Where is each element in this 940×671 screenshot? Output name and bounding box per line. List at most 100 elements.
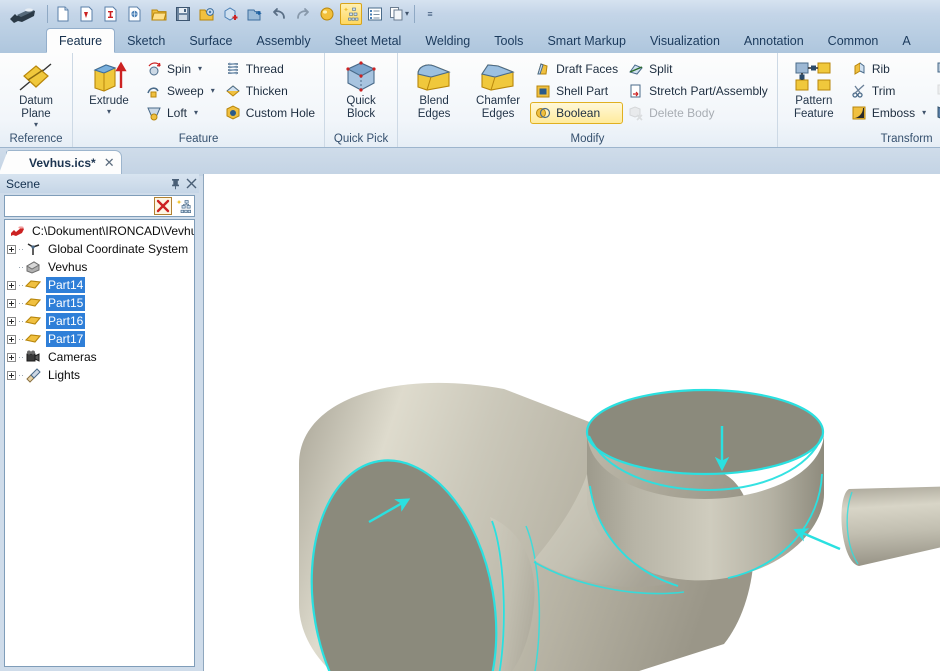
- expand-plus-icon[interactable]: [7, 352, 16, 362]
- copy-dropdown-caret-icon[interactable]: ▾: [405, 10, 409, 18]
- tree-item-part14[interactable]: ·· Part14: [5, 276, 194, 294]
- ribbon-tab-a[interactable]: A: [890, 28, 922, 53]
- 3d-viewport[interactable]: [203, 174, 940, 671]
- expand-plus-icon[interactable]: [7, 298, 16, 308]
- scale-body-button[interactable]: Scale Body: [931, 58, 940, 80]
- tree-connector: ··: [18, 369, 24, 380]
- scene-filter-bar[interactable]: [4, 195, 195, 217]
- document-tab-close-icon[interactable]: ✕: [104, 155, 115, 171]
- trim-button[interactable]: Trim: [846, 80, 931, 102]
- ribbon-group-reference: Datum Plane ▾ Reference: [0, 53, 72, 147]
- ribbon-tab-feature[interactable]: Feature: [46, 28, 116, 53]
- custom-hole-button[interactable]: Custom Hole: [220, 102, 320, 124]
- expand-plus-icon[interactable]: [7, 334, 16, 344]
- ribbon-tab-annotation[interactable]: Annotation: [732, 28, 816, 53]
- save-as-button[interactable]: [196, 3, 218, 25]
- scene-panel-header: Scene: [0, 174, 199, 193]
- datum-plane-button[interactable]: Datum Plane ▾: [4, 57, 68, 129]
- ribbon-tab-sketch[interactable]: Sketch: [115, 28, 177, 53]
- tree-item-part15[interactable]: ·· Part15: [5, 294, 194, 312]
- customize-toolbar-button[interactable]: ≡: [422, 4, 438, 24]
- tree-item-part16[interactable]: ·· Part16: [5, 312, 194, 330]
- export-button[interactable]: [244, 3, 266, 25]
- tree-item-cameras[interactable]: ·· Cameras: [5, 348, 194, 366]
- light-icon: [25, 367, 43, 383]
- dropdown-caret-icon[interactable]: ▾: [34, 121, 38, 129]
- emboss-button[interactable]: Emboss ▾: [846, 102, 931, 124]
- thread-button[interactable]: Thread: [220, 58, 320, 80]
- tree-item-c-dokument-ironcad-vevhu[interactable]: C:\Dokument\IRONCAD\Vevhu: [5, 222, 194, 240]
- datum-plane-icon: [17, 59, 55, 95]
- pattern-feature-button[interactable]: Pattern Feature: [782, 57, 846, 121]
- document-tab-vevhus[interactable]: Vevhus.ics* ✕: [0, 150, 122, 176]
- copy-pages-icon-glyph: [389, 7, 403, 21]
- quick-block-button[interactable]: Quick Block: [329, 57, 393, 121]
- chamfer-edges-button[interactable]: Chamfer Edges: [466, 57, 530, 121]
- ribbon-button-column: Scale BodyCopy BodyMirror Featur: [931, 57, 940, 124]
- expand-plus-icon[interactable]: [7, 280, 16, 290]
- mirror-feature-button[interactable]: Mirror Featur: [931, 102, 940, 124]
- copy-body-icon-glyph: [937, 84, 940, 94]
- copy-button[interactable]: ▾: [388, 3, 410, 25]
- save-button[interactable]: [172, 3, 194, 25]
- dropdown-caret-icon[interactable]: ▾: [211, 87, 215, 95]
- scene-browser-button[interactable]: [340, 3, 362, 25]
- scene-browser-panel: Scene C:\Dokument\IRONCAD\Vevhu ·· Globa…: [0, 174, 199, 671]
- split-button[interactable]: Split: [623, 58, 773, 80]
- undo-button[interactable]: [268, 3, 290, 25]
- close-icon[interactable]: [183, 176, 199, 192]
- ribbon-tab-sheet-metal[interactable]: Sheet Metal: [323, 28, 414, 53]
- smart-render-button[interactable]: [316, 3, 338, 25]
- ribbon-tab-visualization[interactable]: Visualization: [638, 28, 732, 53]
- ribbon-tab-label: Sketch: [127, 33, 166, 48]
- new-file-button[interactable]: [52, 3, 74, 25]
- expand-plus-icon[interactable]: [7, 370, 16, 380]
- ribbon-tab-smart-markup[interactable]: Smart Markup: [535, 28, 638, 53]
- tree-item-global-coordinate-system[interactable]: ·· Global Coordinate System: [5, 240, 194, 258]
- sweep-icon: [146, 83, 163, 100]
- draft-faces-button[interactable]: Draft Faces: [530, 58, 623, 80]
- loft-button[interactable]: Loft ▾: [141, 102, 220, 124]
- blend-edges-button[interactable]: Blend Edges: [402, 57, 466, 121]
- properties-button[interactable]: [364, 3, 386, 25]
- ribbon-tab-common[interactable]: Common: [816, 28, 891, 53]
- boolean-button[interactable]: Boolean: [530, 102, 624, 124]
- tree-item-vevhus[interactable]: ·· Vevhus: [5, 258, 194, 276]
- tree-item-part17[interactable]: ·· Part17: [5, 330, 194, 348]
- expand-plus-icon[interactable]: [7, 244, 16, 254]
- spin-button[interactable]: Spin ▾: [141, 58, 220, 80]
- dropdown-caret-icon[interactable]: ▾: [194, 109, 198, 117]
- insert-part-button[interactable]: [220, 3, 242, 25]
- extrude-button[interactable]: Extrude ▾: [77, 57, 141, 116]
- draft-faces-icon-glyph: [537, 62, 548, 74]
- dropdown-caret-icon[interactable]: ▾: [107, 108, 111, 116]
- shell-part-button[interactable]: Shell Part: [530, 80, 623, 102]
- open-button[interactable]: [148, 3, 170, 25]
- tree-highlight-icon[interactable]: [174, 197, 192, 215]
- pin-icon[interactable]: [167, 176, 183, 192]
- tabstrip-spacer: [0, 27, 46, 53]
- tree-item-lights[interactable]: ·· Lights: [5, 366, 194, 384]
- sweep-button[interactable]: Sweep ▾: [141, 80, 220, 102]
- drawing-icon-glyph: [104, 6, 117, 22]
- dropdown-caret-icon[interactable]: ▾: [198, 65, 202, 73]
- rib-button[interactable]: Rib: [846, 58, 931, 80]
- stretch-part-assembly-button[interactable]: Stretch Part/Assembly: [623, 80, 773, 102]
- thicken-button[interactable]: Thicken: [220, 80, 320, 102]
- ribbon-tab-tools[interactable]: Tools: [482, 28, 535, 53]
- expand-plus-icon[interactable]: [7, 316, 16, 326]
- quick-access-toolbar: ▾ ≡: [0, 0, 940, 28]
- ribbon-tab-welding[interactable]: Welding: [413, 28, 482, 53]
- ribbon-tab-surface[interactable]: Surface: [177, 28, 244, 53]
- new-drawing-button[interactable]: [100, 3, 122, 25]
- new-scene-button[interactable]: [124, 3, 146, 25]
- dropdown-caret-icon[interactable]: ▾: [922, 109, 926, 117]
- scene-tree[interactable]: C:\Dokument\IRONCAD\Vevhu ·· Global Coordi…: [4, 219, 195, 667]
- red-x-icon[interactable]: [154, 197, 172, 215]
- redo-button[interactable]: [292, 3, 314, 25]
- extrude-glyph: [93, 61, 127, 92]
- new-sheet-metal-button[interactable]: [76, 3, 98, 25]
- application-logo[interactable]: [0, 0, 44, 28]
- pattern-feature-icon: [792, 59, 836, 95]
- ribbon-tab-assembly[interactable]: Assembly: [244, 28, 322, 53]
